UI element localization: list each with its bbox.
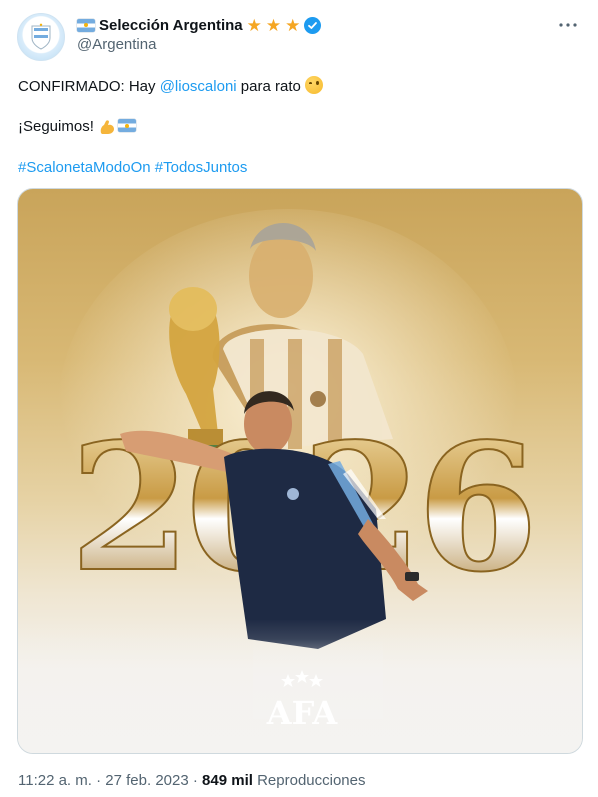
tweet-date[interactable]: 27 feb. 2023 xyxy=(105,772,188,789)
tweet-time[interactable]: 11:22 a. m. xyxy=(18,772,92,789)
star-icon: ★ xyxy=(285,15,301,35)
more-options-icon[interactable] xyxy=(557,14,579,36)
afa-crest-icon xyxy=(31,23,51,50)
hashtag-link[interactable]: #TodosJuntos xyxy=(155,159,248,176)
tweet-hashtags: #ScalonetaModoOn #TodosJuntos xyxy=(18,158,247,178)
views-count: 849 mil xyxy=(202,772,253,789)
tweet-text: para rato xyxy=(236,78,305,95)
tweet-text: CONFIRMADO: Hay xyxy=(18,78,160,95)
tweet-meta: 11:22 a. m. · 27 feb. 2023 · 849 mil Rep… xyxy=(18,772,366,789)
argentina-flag-icon xyxy=(118,119,137,132)
separator: · xyxy=(188,772,203,789)
argentina-flag-icon xyxy=(77,18,95,32)
tweet-text: ¡Seguimos! xyxy=(18,118,99,135)
media-illustration: 2026 AFA xyxy=(18,209,582,753)
star-icon: ★ xyxy=(246,15,262,35)
avatar[interactable] xyxy=(17,13,65,61)
views-label: Reproducciones xyxy=(257,772,366,789)
wink-emoji-icon xyxy=(305,76,323,94)
logo-text: AFA xyxy=(266,694,339,732)
display-name[interactable]: Selección Argentina xyxy=(99,17,243,34)
separator: · xyxy=(91,772,106,789)
mention-link[interactable]: @lioscaloni xyxy=(160,78,237,95)
tweet-media-image[interactable]: 2026 AFA xyxy=(17,188,583,754)
account-name-row[interactable]: Selección Argentina ★ ★ ★ xyxy=(77,15,322,35)
flexed-biceps-emoji-icon xyxy=(98,118,116,138)
verified-icon[interactable] xyxy=(304,16,322,34)
account-handle[interactable]: @Argentina xyxy=(77,36,156,53)
tweet-text-line-2: ¡Seguimos! xyxy=(18,117,137,138)
hashtag-link[interactable]: #ScalonetaModoOn xyxy=(18,159,151,176)
tweet-text-line-1: CONFIRMADO: Hay @lioscaloni para rato xyxy=(18,76,323,97)
star-icon: ★ xyxy=(265,15,282,35)
